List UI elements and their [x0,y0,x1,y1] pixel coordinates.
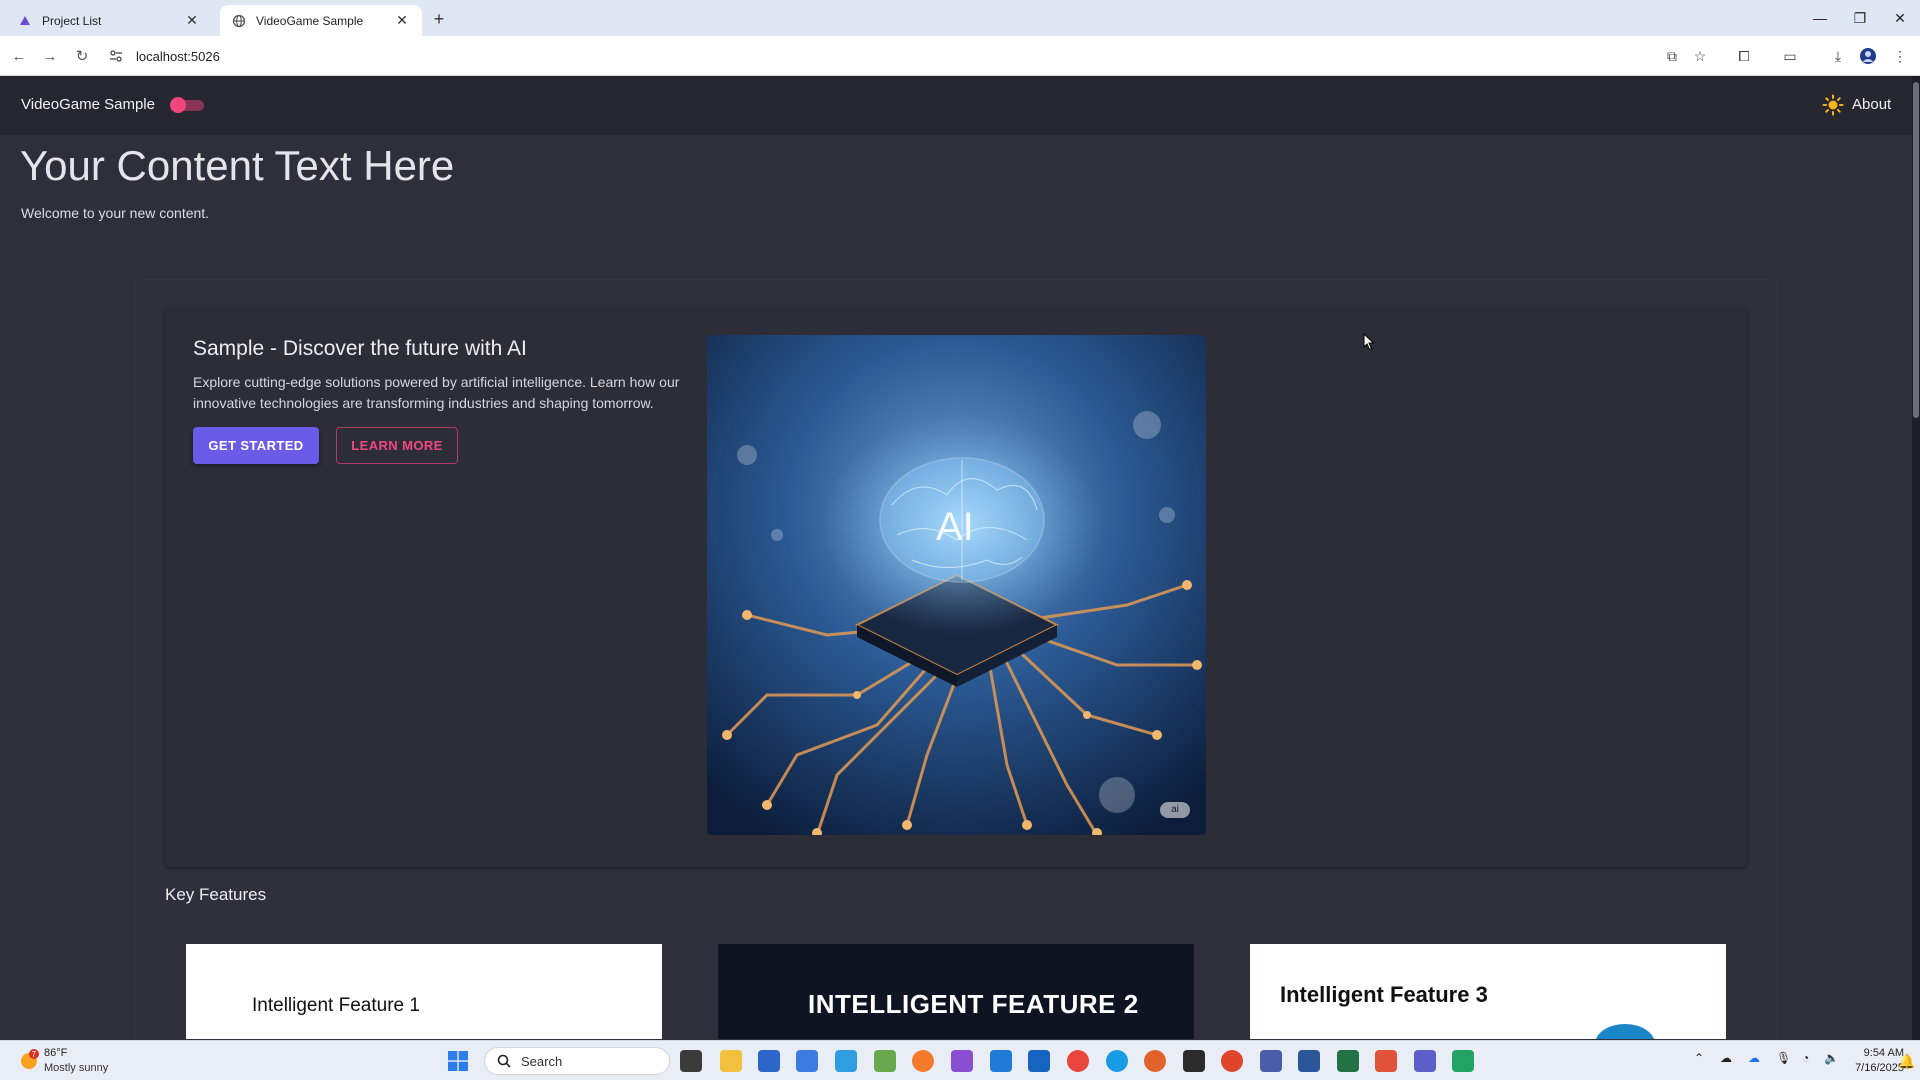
sun-icon[interactable] [1822,94,1844,116]
theme-toggle-switch[interactable] [170,97,206,113]
microphone-icon[interactable]: 🎙 [1776,1051,1791,1065]
weather-temperature[interactable]: 86°F [44,1047,67,1059]
notification-bell-icon[interactable]: 🔔 [1898,1053,1915,1070]
snipping-tool-icon[interactable] [796,1050,818,1072]
network-tool-icon[interactable] [1260,1050,1282,1072]
chrome-icon[interactable] [1067,1050,1089,1072]
address-text: localhost:5026 [136,48,220,64]
powerpoint-icon[interactable] [1375,1050,1397,1072]
app-bar: VideoGame Sample About [0,76,1916,135]
globe-favicon-icon [232,14,246,28]
blazor-favicon-icon [18,14,32,28]
hero-description: Explore cutting-edge solutions powered b… [193,374,680,411]
tab-project-list[interactable]: Project List ✕ [6,5,212,36]
browser-toolbar: ← → ↻ localhost:5026 ⧉ ☆ ⧠ ▭ ⤓ ⋮ [0,36,1920,76]
paint-icon[interactable] [874,1050,896,1072]
reload-icon[interactable]: ↻ [72,46,92,66]
feature-card-2[interactable]: INTELLIGENT FEATURE 2 [718,944,1194,1039]
tray-chevron-up-icon[interactable]: ⌃ [1694,1051,1704,1065]
new-tab-button[interactable]: + [428,8,450,30]
terminal-icon[interactable] [1183,1050,1205,1072]
install-app-icon[interactable]: ⧉ [1662,46,1682,66]
git-icon[interactable] [1221,1050,1243,1072]
back-icon[interactable]: ← [9,46,29,66]
key-features-heading: Key Features [165,885,267,904]
feature-card-label: INTELLIGENT FEATURE 2 [808,989,1139,1019]
hero-image-ai-text: AI [936,505,974,549]
feature-card-label: Intelligent Feature 3 [1280,982,1488,1007]
page-title: Your Content Text Here [20,142,455,189]
firefox-icon[interactable] [1144,1050,1166,1072]
weather-description[interactable]: Mostly sunny [44,1062,108,1074]
search-label: Search [521,1053,563,1069]
learn-more-button[interactable]: LEARN MORE [336,427,458,464]
word-icon[interactable] [1298,1050,1320,1072]
feature-card-label: Intelligent Feature 1 [252,995,420,1016]
tab-title: VideoGame Sample [256,13,364,28]
forward-icon[interactable]: → [40,46,60,66]
windows-start-icon[interactable] [448,1051,468,1071]
weather-badge: 7 [32,1050,37,1059]
tab-videogame-sample[interactable]: VideoGame Sample ✕ [220,5,422,36]
teams-icon[interactable] [1414,1050,1436,1072]
close-tab-icon[interactable]: ✕ [184,12,200,29]
onedrive-blue-icon[interactable]: ☁ [1748,1051,1760,1065]
clock-date[interactable]: 7/16/2025 [1848,1062,1904,1074]
search-icon [497,1054,511,1068]
mouse-cursor-icon [1363,333,1375,351]
postman-icon[interactable] [912,1050,934,1072]
more-menu-icon[interactable]: ⋮ [1890,46,1910,66]
notepad-icon[interactable] [758,1050,780,1072]
scrollbar-thumb[interactable] [1913,82,1919,418]
hero-title: Sample - Discover the future with AI [193,337,527,360]
file-explorer-icon[interactable] [720,1050,742,1072]
edge-icon[interactable] [1106,1050,1128,1072]
tab-title: Project List [42,13,102,28]
volume-icon[interactable]: 🔈 [1824,1051,1839,1065]
onedrive-icon[interactable]: ☁ [1720,1051,1732,1065]
profile-avatar-icon[interactable] [1858,46,1878,66]
hero-image: AI [707,335,1206,835]
page-scrollbar[interactable] [1912,76,1920,1040]
minimize-icon[interactable]: — [1800,0,1840,36]
about-link[interactable]: About [1852,96,1891,113]
site-settings-icon[interactable] [108,48,124,64]
sql-icon[interactable] [1028,1050,1050,1072]
camtasia-icon[interactable] [1452,1050,1474,1072]
close-tab-icon[interactable]: ✕ [394,12,410,29]
taskbar-search[interactable]: Search [484,1047,670,1075]
extensions-icon[interactable]: ⧠ [1734,46,1754,66]
downloads-icon[interactable]: ⤓ [1828,46,1848,66]
app-brand[interactable]: VideoGame Sample [21,96,155,113]
restore-icon[interactable]: ❐ [1840,0,1880,36]
vscode-icon[interactable] [990,1050,1012,1072]
windows-taskbar: 7 86°F Mostly sunny Search ⌃ ☁ ☁ 🎙 ◔ 🔈 9… [0,1040,1920,1080]
close-window-icon[interactable]: ✕ [1880,0,1920,36]
get-started-button[interactable]: GET STARTED [193,427,319,464]
ai-generated-badge: ai [1160,802,1190,818]
globe-app-icon[interactable] [835,1050,857,1072]
wifi-icon[interactable]: ◔ [1802,1051,1809,1065]
welcome-text: Welcome to your new content. [21,205,210,221]
excel-icon[interactable] [1337,1050,1359,1072]
feature-card-decoration [1595,1024,1655,1039]
sidepanel-icon[interactable]: ▭ [1780,46,1800,66]
feature-card-3[interactable]: Intelligent Feature 3 [1250,944,1726,1039]
browser-tab-strip: Project List ✕ VideoGame Sample ✕ + — ❐ … [0,0,1920,36]
toggle-thumb [170,97,186,113]
bookmark-star-icon[interactable]: ☆ [1690,46,1710,66]
task-view-icon[interactable] [680,1050,702,1072]
address-bar[interactable]: localhost:5026 [108,41,1688,71]
weather-sun-icon[interactable]: 7 [18,1049,40,1071]
feature-card-1[interactable]: Intelligent Feature 1 [186,944,662,1039]
visual-studio-icon[interactable] [951,1050,973,1072]
